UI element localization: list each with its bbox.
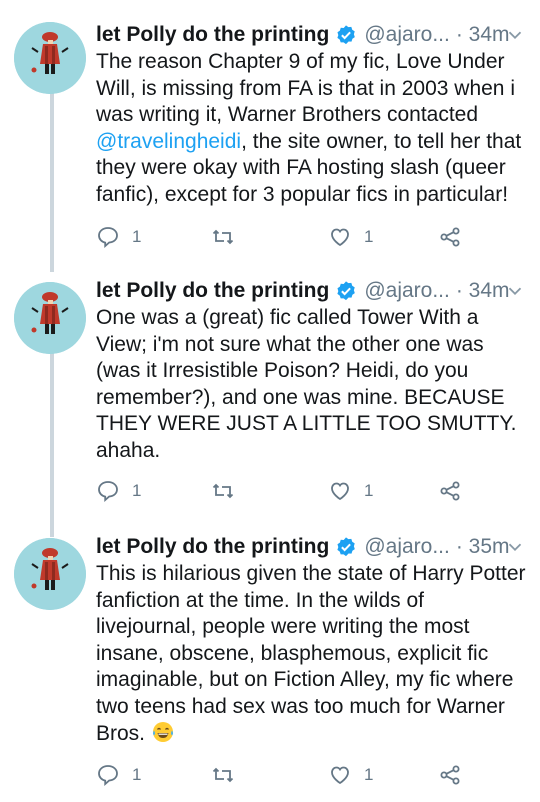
handle[interactable]: @ajaro... <box>364 23 450 47</box>
tweet[interactable]: let Polly do the printing @ajaro... · 34… <box>0 0 540 268</box>
share-button[interactable] <box>438 760 462 790</box>
display-name[interactable]: let Polly do the printing <box>96 279 329 303</box>
avatar[interactable] <box>14 538 86 610</box>
mention-link[interactable]: @travelingheidi <box>96 130 241 153</box>
retweet-icon <box>212 483 234 499</box>
reply-button[interactable]: 1 <box>96 476 141 506</box>
handle[interactable]: @ajaro... <box>364 279 450 303</box>
retweet-icon <box>212 229 234 245</box>
retweet-icon <box>212 767 234 783</box>
verified-badge-icon <box>335 280 357 302</box>
display-name[interactable]: let Polly do the printing <box>96 535 329 559</box>
tweet-text-part: This is hilarious given the state of Har… <box>96 562 526 745</box>
tweet-actions: 1 1 <box>96 760 520 790</box>
handle[interactable]: @ajaro... <box>364 535 450 559</box>
reply-count: 1 <box>132 481 142 500</box>
retweet-button[interactable] <box>211 760 235 790</box>
avatar-figure-icon <box>14 282 86 354</box>
avatar-figure-icon <box>14 538 86 610</box>
reply-count: 1 <box>132 227 142 246</box>
like-button[interactable]: 1 <box>328 760 373 790</box>
share-icon <box>440 481 460 501</box>
avatar[interactable] <box>14 22 86 94</box>
like-button[interactable]: 1 <box>328 476 373 506</box>
like-count: 1 <box>364 481 374 500</box>
share-button[interactable] <box>438 222 462 252</box>
like-count: 1 <box>364 765 374 784</box>
share-icon <box>440 227 460 247</box>
reply-button[interactable]: 1 <box>96 760 141 790</box>
avatar[interactable] <box>14 282 86 354</box>
like-count: 1 <box>364 227 374 246</box>
chevron-down-icon[interactable] <box>504 280 526 302</box>
timestamp[interactable]: · 34m <box>456 23 510 47</box>
tweet-actions: 1 1 <box>96 222 520 252</box>
retweet-button[interactable] <box>211 476 235 506</box>
heart-icon <box>331 228 349 247</box>
display-name[interactable]: let Polly do the printing <box>96 23 329 47</box>
tweet[interactable]: let Polly do the printing @ajaro... · 35… <box>0 520 540 802</box>
tweet-actions: 1 1 <box>96 476 520 506</box>
tweet-text: The reason Chapter 9 of my fic, Love Und… <box>96 49 530 208</box>
timestamp[interactable]: · 34m <box>456 279 510 303</box>
chevron-down-icon[interactable] <box>504 536 526 558</box>
like-button[interactable]: 1 <box>328 222 373 252</box>
tears-of-joy-emoji-icon <box>151 720 175 744</box>
avatar-figure-icon <box>14 22 86 94</box>
tweet-text: One was a (great) fic called Tower With … <box>96 306 517 462</box>
heart-icon <box>331 482 349 501</box>
verified-badge-icon <box>335 536 357 558</box>
tweet-text-part: The reason Chapter 9 of my fic, Love Und… <box>96 50 515 126</box>
reply-icon <box>98 481 118 502</box>
reply-button[interactable]: 1 <box>96 222 141 252</box>
tweet-text: This is hilarious given the state of Har… <box>96 561 530 748</box>
timestamp[interactable]: · 35m <box>456 535 510 559</box>
chevron-down-icon[interactable] <box>504 24 526 46</box>
tweet[interactable]: let Polly do the printing @ajaro... · 34… <box>0 268 540 520</box>
verified-badge-icon <box>335 24 357 46</box>
tweet-thread: let Polly do the printing @ajaro... · 34… <box>0 0 540 802</box>
retweet-button[interactable] <box>211 222 235 252</box>
reply-count: 1 <box>132 765 142 784</box>
share-button[interactable] <box>438 476 462 506</box>
reply-icon <box>98 765 118 786</box>
reply-icon <box>98 227 118 248</box>
share-icon <box>440 765 460 785</box>
heart-icon <box>331 766 349 785</box>
